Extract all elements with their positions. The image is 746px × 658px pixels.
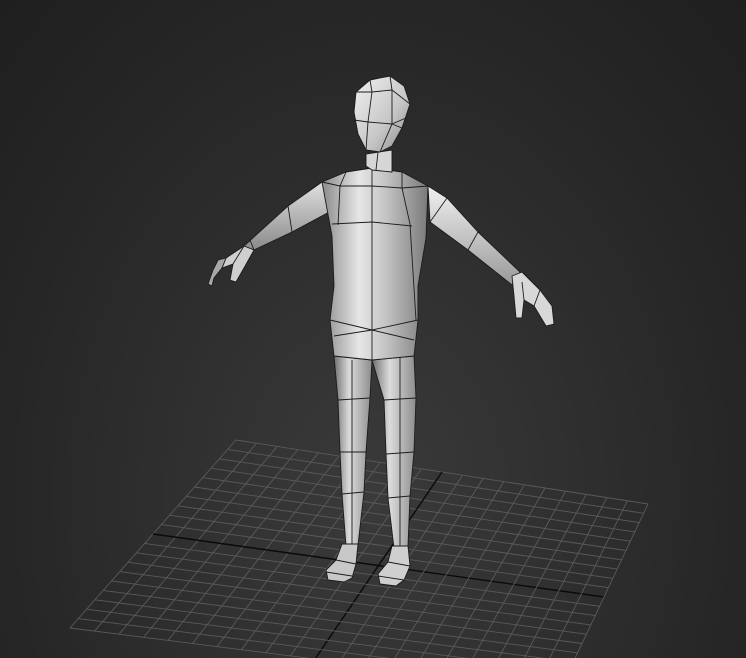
right-leg[interactable] xyxy=(371,355,417,587)
grid-line xyxy=(69,627,311,658)
viewport-canvas[interactable] xyxy=(0,0,746,658)
perspective-viewport[interactable] xyxy=(0,0,746,658)
left-leg[interactable] xyxy=(325,355,373,583)
left-arm[interactable] xyxy=(207,181,334,287)
grid-line xyxy=(446,487,546,658)
grid-line xyxy=(420,484,525,658)
grid-line xyxy=(368,478,484,658)
character-mesh[interactable] xyxy=(207,75,555,587)
grid-line xyxy=(498,494,587,658)
right-arm[interactable] xyxy=(427,185,555,327)
head[interactable] xyxy=(353,75,411,153)
torso[interactable] xyxy=(321,167,429,361)
neck[interactable] xyxy=(365,149,393,173)
